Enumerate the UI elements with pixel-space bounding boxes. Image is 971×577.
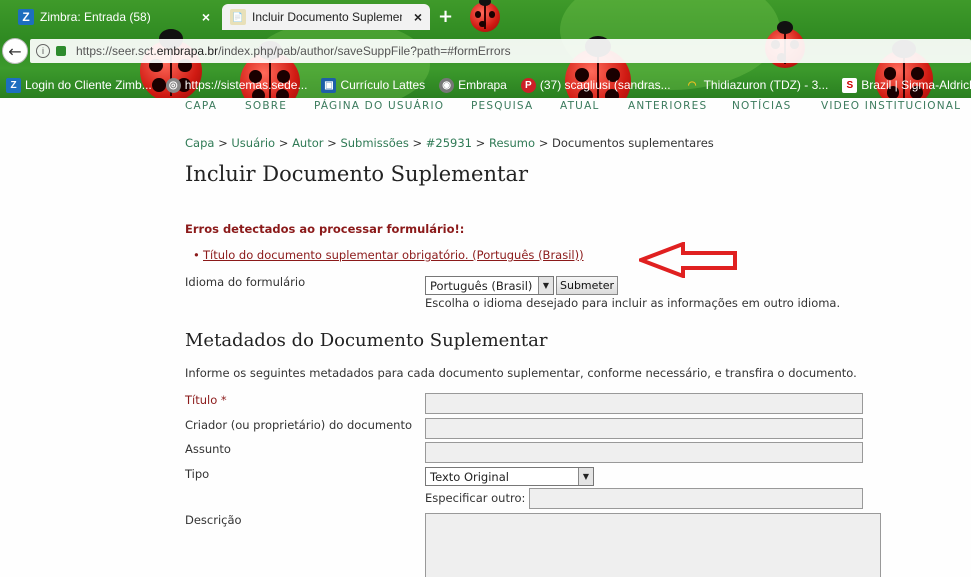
nav-atual[interactable]: ATUAL [560,100,600,112]
breadcrumb: Capa > Usuário > Autor > Submissões > #2… [185,136,714,150]
close-icon[interactable]: × [414,9,422,25]
page: CAPA SOBRE PÁGINA DO USUÁRIO PESQUISA AT… [0,98,971,577]
tab-label: Incluir Documento Suplemen [252,10,402,24]
bookmark-label: Brazil | Sigma-Aldrich [861,78,971,92]
breadcrumb-capa[interactable]: Capa [185,136,214,150]
breadcrumb-usuario[interactable]: Usuário [231,136,275,150]
lock-icon [56,46,66,56]
creator-input[interactable] [425,418,863,439]
breadcrumb-separator: > [218,136,228,150]
zimbra-icon: Z [18,9,34,25]
form-language-hint: Escolha o idioma desejado para incluir a… [425,296,841,310]
url-prefix: https://seer.sct. [76,44,157,58]
nav-pagina-usuario[interactable]: PÁGINA DO USUÁRIO [314,100,444,112]
bookmark-label: (37) scagliusi (sandras... [539,78,671,92]
select-value: Português (Brasil) [430,278,533,293]
breadcrumb-autor[interactable]: Autor [292,136,323,150]
bookmark-sigma[interactable]: S Brazil | Sigma-Aldrich [842,77,971,93]
info-icon[interactable]: i [36,44,50,58]
bookmark-pinterest[interactable]: P (37) scagliusi (sandras... [520,77,671,93]
breadcrumb-separator: > [538,136,549,150]
bookmark-label: Login do Cliente Zimb... [25,78,152,92]
browser-chrome: Z Zimbra: Entrada (58) × 📄 Incluir Docum… [0,0,971,98]
submit-language-button[interactable]: Submeter [556,276,618,295]
sigma-icon: S [842,77,858,93]
description-label: Descrição [185,513,242,527]
nav-capa[interactable]: CAPA [185,100,217,112]
pinterest-icon: P [520,77,536,93]
metadata-intro: Informe os seguintes metadados para cada… [185,366,857,380]
address-bar: ← i https://seer.sct. embrapa.br/index.ph… [0,36,971,66]
globe-icon: ◎ [165,77,181,93]
error-link[interactable]: Título do documento suplementar obrigató… [193,248,584,262]
close-icon[interactable]: × [202,9,210,25]
lattes-icon: ▣ [321,77,337,93]
tab-zimbra[interactable]: Z Zimbra: Entrada (58) × [10,4,218,30]
bookmark-label: Embrapa [458,78,507,92]
bookmark-embrapa[interactable]: ◉ Embrapa [439,77,507,93]
chevron-down-icon: ▼ [538,277,553,294]
subject-input[interactable] [425,442,863,463]
bookmarks-bar: Z Login do Cliente Zimb... ◎ https://siste… [0,72,971,98]
globe-icon: ◉ [439,77,455,93]
breadcrumb-submissoes[interactable]: Submissões [340,136,408,150]
document-icon: 📄 [230,9,246,25]
type-select[interactable]: Texto Original ▼ [425,467,594,486]
breadcrumb-separator: > [278,136,289,150]
form-language-label: Idioma do formulário [185,275,306,289]
arc-icon: ◠ [687,79,697,91]
subject-label: Assunto [185,442,231,456]
breadcrumb-resumo[interactable]: Resumo [489,136,535,150]
breadcrumb-separator: > [475,136,486,150]
breadcrumb-current: Documentos suplementares [552,136,714,150]
select-value: Texto Original [430,469,509,484]
bookmark-sistemas[interactable]: ◎ https://sistemas.sede... [165,77,308,93]
bookmark-label: Thidiazuron (TDZ) - 3... [703,78,829,92]
bookmark-label: https://sistemas.sede... [184,78,308,92]
breadcrumb-separator: > [412,136,423,150]
creator-label: Criador (ou proprietário) do documento [185,418,413,432]
error-heading: Erros detectados ao processar formulário… [185,222,465,236]
other-label: Especificar outro: [425,491,526,505]
bookmark-label: Currículo Lattes [340,78,426,92]
chevron-down-icon: ▼ [578,468,593,485]
tab-label: Zimbra: Entrada (58) [40,10,151,24]
url-suffix: /index.php/pab/author/saveSuppFile?path=… [218,44,511,58]
nav-noticias[interactable]: NOTÍCIAS [732,100,792,112]
ladybug-decoration [470,0,500,32]
back-arrow-icon: ← [8,41,22,61]
page-title: Incluir Documento Suplementar [185,162,529,186]
type-label: Tipo [185,467,210,481]
url-domain: embrapa.br [156,44,219,58]
zimbra-icon: Z [6,77,21,93]
breadcrumb-submission-id[interactable]: #25931 [426,136,472,150]
bookmark-lattes[interactable]: ▣ Currículo Lattes [321,77,426,93]
tab-incluir-documento[interactable]: 📄 Incluir Documento Suplemen × [222,4,430,30]
title-label: Título * [185,393,227,407]
form-language-select[interactable]: Português (Brasil) ▼ [425,276,554,295]
new-tab-button[interactable]: + [438,6,453,27]
other-input[interactable] [529,488,863,509]
annotation-arrow-icon [639,242,737,278]
nav-anteriores[interactable]: ANTERIORES [628,100,707,112]
nav-video-institucional[interactable]: VIDEO INSTITUCIONAL [821,100,961,112]
back-button[interactable]: ← [2,38,28,64]
bookmark-thidiazuron[interactable]: ◠ Thidiazuron (TDZ) - 3... [685,78,829,93]
nav-pesquisa[interactable]: PESQUISA [471,100,533,112]
metadata-heading: Metadados do Documento Suplementar [185,330,548,351]
nav-sobre[interactable]: SOBRE [245,100,287,112]
url-field[interactable]: i https://seer.sct. embrapa.br/index.php/… [30,39,971,63]
site-nav: CAPA SOBRE PÁGINA DO USUÁRIO PESQUISA AT… [175,98,971,116]
breadcrumb-separator: > [327,136,337,150]
title-input[interactable] [425,393,863,414]
description-textarea[interactable] [425,513,881,577]
bookmark-zimbra[interactable]: Z Login do Cliente Zimb... [6,77,152,93]
